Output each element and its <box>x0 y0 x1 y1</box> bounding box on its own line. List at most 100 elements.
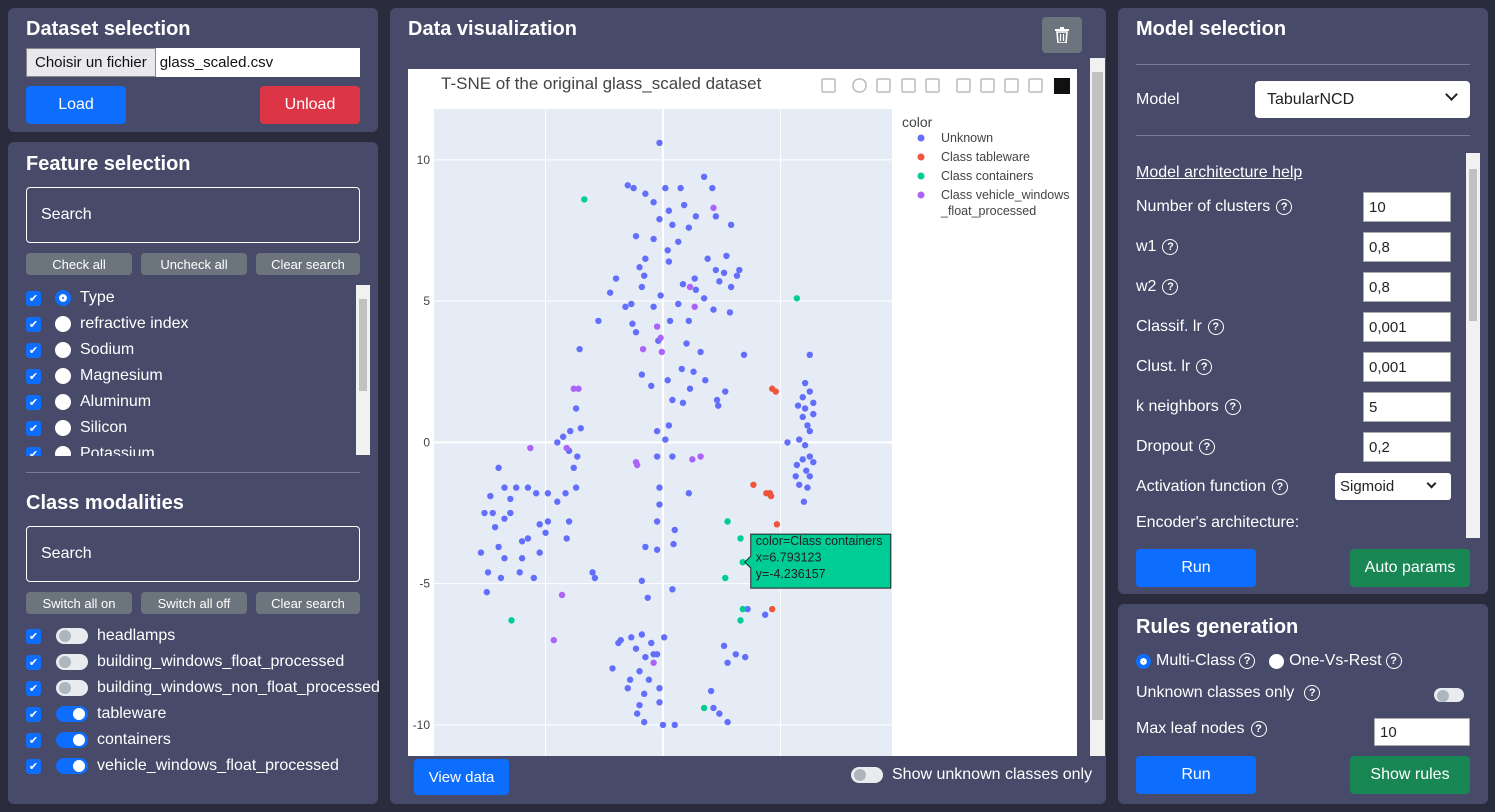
scatter-point[interactable] <box>806 351 813 359</box>
scatter-point[interactable] <box>558 591 566 599</box>
help-icon[interactable]: ? <box>1276 199 1293 215</box>
scatter-point[interactable] <box>550 636 557 644</box>
scatter-point[interactable] <box>483 588 491 596</box>
scatter-point[interactable] <box>653 546 661 553</box>
scatter-point[interactable] <box>810 399 817 407</box>
scatter-point[interactable] <box>576 345 583 353</box>
class-checkbox[interactable]: ✔ <box>26 680 41 696</box>
scatter-point[interactable] <box>724 518 731 525</box>
scatter-point[interactable] <box>567 427 574 435</box>
help-icon[interactable]: ? <box>1250 721 1267 737</box>
param-input[interactable]: 0,001 <box>1363 352 1451 382</box>
help-icon[interactable]: ? <box>1162 279 1179 295</box>
scatter-point[interactable] <box>801 405 809 412</box>
scatter-point[interactable] <box>704 255 711 262</box>
scatter-point[interactable] <box>581 196 588 203</box>
activation-select[interactable]: Sigmoid <box>1335 473 1451 500</box>
scatter-point[interactable] <box>477 549 485 556</box>
scatter-point[interactable] <box>650 235 657 243</box>
scatter-point[interactable] <box>714 402 722 409</box>
multi-class-radio[interactable]: Multi-Class? One-Vs-Rest? <box>1136 652 1402 670</box>
scatter-point[interactable] <box>664 247 671 254</box>
class-checkbox[interactable]: ✔ <box>26 732 41 748</box>
view-data-button[interactable]: View data <box>414 759 509 795</box>
scatter-point[interactable] <box>633 461 641 469</box>
scatter-point[interactable] <box>595 317 602 325</box>
param-input[interactable]: 10 <box>1363 192 1451 222</box>
scatter-point[interactable] <box>685 317 693 325</box>
scatter-point[interactable] <box>671 526 678 534</box>
scatter-point[interactable] <box>656 139 663 147</box>
scatter-point[interactable] <box>532 490 540 497</box>
scatter-point[interactable] <box>724 659 731 666</box>
scatter-point[interactable] <box>653 323 661 330</box>
scatter-point[interactable] <box>740 351 748 359</box>
modebar-tool-icon[interactable] <box>925 78 940 93</box>
scatter-point[interactable] <box>501 515 508 522</box>
scatter-point[interactable] <box>700 295 708 302</box>
tsne-chart[interactable]: 10 5 0 -5 -10 T-SNE of the original glass_sca… <box>408 69 1077 756</box>
scatter-point[interactable] <box>742 653 749 661</box>
scatter-point[interactable] <box>710 306 717 313</box>
scatter-point[interactable] <box>659 721 667 729</box>
scatter-point[interactable] <box>484 569 492 576</box>
scatter-point[interactable] <box>612 275 620 282</box>
scatter-point[interactable] <box>572 405 580 412</box>
check-all-button[interactable]: Check all <box>26 253 132 275</box>
scatter-point[interactable] <box>650 659 657 666</box>
scatter-point[interactable] <box>656 215 663 223</box>
trash-button[interactable] <box>1042 17 1082 53</box>
scatter-point[interactable] <box>487 492 494 500</box>
scatter-point[interactable] <box>507 495 514 503</box>
scatter-point[interactable] <box>530 574 538 582</box>
scatter-point[interactable] <box>656 484 663 491</box>
scatter-point[interactable] <box>642 255 649 262</box>
unload-button[interactable]: Unload <box>260 86 360 124</box>
scatter-point[interactable] <box>495 543 502 551</box>
scatter-point[interactable] <box>636 264 643 271</box>
scatter-point[interactable] <box>769 605 776 613</box>
scatter-point[interactable] <box>481 509 488 517</box>
scatter-point[interactable] <box>495 464 502 472</box>
scatter-point[interactable] <box>679 280 687 288</box>
scatter-point[interactable] <box>678 365 685 373</box>
scatter-point[interactable] <box>615 639 622 647</box>
class-switch[interactable] <box>56 628 88 644</box>
scatter-point[interactable] <box>632 645 640 652</box>
scatter-point[interactable] <box>642 653 649 661</box>
class-checkbox[interactable]: ✔ <box>26 628 41 644</box>
unknown-only-rules-switch[interactable] <box>1434 688 1464 702</box>
param-input[interactable]: 0,001 <box>1363 312 1451 342</box>
scatter-point[interactable] <box>665 258 673 265</box>
scatter-point[interactable] <box>516 569 523 576</box>
scatter-point[interactable] <box>624 182 631 189</box>
help-icon[interactable]: ? <box>1271 479 1288 495</box>
scatter-point[interactable] <box>697 348 704 356</box>
scatter-point[interactable] <box>489 509 496 517</box>
feature-checkbox[interactable]: ✔ <box>26 394 41 410</box>
scatter-point[interactable] <box>675 238 682 245</box>
model-help-link[interactable]: Model architecture help <box>1136 164 1302 182</box>
modebar-tool-icon[interactable] <box>956 78 971 93</box>
scatter-point[interactable] <box>692 213 700 220</box>
scatter-point[interactable] <box>527 444 534 452</box>
scatter-point[interactable] <box>650 199 657 206</box>
scatter-point[interactable] <box>657 292 664 299</box>
scatter-point[interactable] <box>800 498 808 505</box>
class-checkbox[interactable]: ✔ <box>26 758 41 774</box>
class-clear-search-button[interactable]: Clear search <box>256 592 360 614</box>
scatter-point[interactable] <box>690 368 697 375</box>
feature-search-input[interactable]: Search <box>26 187 360 243</box>
scatter-point[interactable] <box>544 490 552 497</box>
scatter-point[interactable] <box>536 521 543 528</box>
scatter-point[interactable] <box>524 484 532 491</box>
scatter-point[interactable] <box>642 543 649 551</box>
scatter-point[interactable] <box>685 224 693 231</box>
scatter-point[interactable] <box>662 436 669 443</box>
target-radio[interactable] <box>55 368 71 384</box>
class-item[interactable]: ✔ containers <box>26 727 171 753</box>
model-run-button[interactable]: Run <box>1136 549 1256 587</box>
scatter-point[interactable] <box>658 348 666 356</box>
scatter-point[interactable] <box>630 184 637 192</box>
scatter-point[interactable] <box>653 427 661 435</box>
